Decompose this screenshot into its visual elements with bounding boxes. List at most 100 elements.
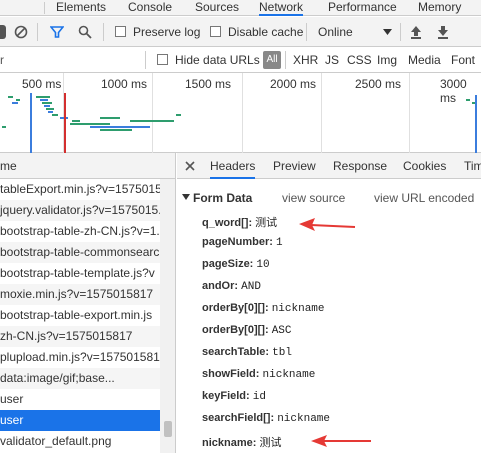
tab-memory[interactable]: Memory [418, 0, 461, 16]
detail-tab-bar: Headers Preview Response Cookies Tim [177, 153, 481, 179]
network-toolbar: Preserve log Disable cache Online [0, 17, 481, 47]
preserve-log-label: Preserve log [133, 25, 201, 39]
chevron-down-icon[interactable] [383, 29, 392, 35]
form-field-value: 10 [256, 259, 270, 271]
form-field-key: searchField[]: [202, 412, 275, 424]
filter-separator [285, 51, 286, 69]
filter-font[interactable]: Font [451, 53, 475, 67]
request-row[interactable]: plupload.min.js?v=157501581 [0, 347, 160, 368]
tab-console[interactable]: Console [128, 0, 172, 16]
collapse-triangle-icon[interactable] [182, 194, 190, 201]
form-field-key: pageNumber: [202, 236, 273, 248]
request-row[interactable]: bootstrap-table-template.js?v [0, 263, 160, 284]
request-row[interactable]: bootstrap-table-commonsearc [0, 242, 160, 263]
form-field-value: AND [241, 281, 261, 293]
name-column-header[interactable]: me [0, 153, 175, 179]
form-field-key: orderBy[0][]: [202, 302, 269, 314]
form-field-key: searchTable: [202, 346, 270, 358]
filter-js[interactable]: JS [325, 53, 339, 67]
waterfall-bar [130, 120, 174, 122]
request-row[interactable]: zh-CN.js?v=1575015817 [0, 326, 160, 347]
filter-media[interactable]: Media [408, 53, 441, 67]
form-field-key: nickname: [202, 437, 257, 449]
scrollbar-thumb[interactable] [164, 421, 172, 437]
waterfall-bar [100, 117, 120, 119]
request-list-scrollbar[interactable] [160, 179, 175, 453]
tab-preview[interactable]: Preview [273, 159, 316, 173]
waterfall-bar [8, 96, 13, 98]
form-field-value: ASC [271, 325, 292, 337]
form-field-value: id [252, 391, 266, 403]
request-row[interactable]: user [0, 410, 160, 431]
toolbar-separator [400, 23, 401, 41]
waterfall-bar [40, 99, 48, 101]
request-row[interactable]: data:image/gif;base... [0, 368, 160, 389]
tab-headers[interactable]: Headers [210, 159, 256, 179]
request-row[interactable]: moxie.min.js?v=1575015817 [0, 284, 160, 305]
preserve-log-checkbox[interactable] [115, 26, 126, 37]
waterfall-bar [176, 114, 181, 116]
tab-sources[interactable]: Sources [195, 0, 239, 16]
clear-icon[interactable] [14, 25, 28, 39]
hide-data-urls-label: Hide data URLs [175, 53, 260, 67]
tab-elements[interactable]: Elements [56, 0, 106, 16]
waterfall-bar [48, 111, 53, 113]
view-url-encoded-link[interactable]: view URL encoded [374, 191, 474, 205]
view-source-link[interactable]: view source [282, 191, 345, 205]
annotation-arrow [311, 435, 371, 447]
waterfall-bar [90, 126, 150, 128]
timeline-gridline [242, 73, 243, 153]
disable-cache-checkbox[interactable] [210, 26, 221, 37]
form-field-value: 1 [275, 237, 283, 249]
request-row[interactable]: tableExport.min.js?v=1575015 [0, 179, 160, 200]
request-row[interactable]: bootstrap-table-zh-CN.js?v=1. [0, 221, 160, 242]
request-row[interactable]: user [0, 389, 160, 410]
form-field-key: q_word[]: [202, 217, 253, 229]
request-row[interactable]: validator_default.png [0, 431, 160, 452]
form-field: orderBy[0][]: ASC [202, 324, 292, 337]
filter-img[interactable]: Img [377, 53, 397, 67]
tab-performance[interactable]: Performance [328, 0, 397, 16]
toolbar-separator [37, 23, 38, 41]
request-row[interactable]: jquery.validator.js?v=1575015. [0, 200, 160, 221]
form-field-value: nickname [271, 303, 325, 315]
tab-network[interactable]: Network [259, 0, 304, 16]
hide-data-urls-checkbox[interactable] [157, 54, 168, 65]
request-list: me tableExport.min.js?v=1575015 jquery.va… [0, 153, 176, 453]
form-field: orderBy[0][]: nickname [202, 302, 325, 315]
filter-xhr[interactable]: XHR [293, 53, 318, 67]
form-field: nickname: 测试 [202, 434, 281, 450]
timeline-gridline [152, 73, 153, 153]
waterfall-bar [46, 108, 54, 110]
import-har-icon[interactable] [410, 25, 422, 39]
export-har-icon[interactable] [437, 25, 449, 39]
timeline-gridline [321, 73, 322, 153]
timeline-tick-label: 1000 ms [101, 77, 148, 91]
request-row[interactable]: bootstrap-table-export.min.js [0, 305, 160, 326]
tab-timing[interactable]: Tim [464, 159, 481, 173]
form-field: q_word[]: 测试 [202, 214, 277, 230]
waterfall-bar [72, 120, 80, 122]
timeline-overview[interactable]: 500 ms 1000 ms 1500 ms 2000 ms 2500 ms 3… [0, 73, 481, 153]
filter-css[interactable]: CSS [347, 53, 372, 67]
waterfall-bar [16, 99, 20, 101]
domcontentloaded-marker [30, 93, 32, 153]
filter-all-button[interactable]: All [263, 51, 281, 69]
form-field-value: nickname [262, 369, 316, 381]
tab-cookies[interactable]: Cookies [403, 159, 446, 173]
throttle-select[interactable]: Online [318, 25, 353, 39]
request-detail-panel: Headers Preview Response Cookies Tim For… [177, 153, 481, 453]
load-marker [64, 93, 66, 153]
form-field-value: 测试 [259, 438, 282, 450]
filter-row: r Hide data URLs All XHR JS CSS Img Medi… [0, 47, 481, 73]
filter-input[interactable]: r [0, 53, 4, 67]
toolbar-separator [103, 23, 104, 41]
filter-icon[interactable] [50, 25, 64, 39]
form-field: andOr: AND [202, 280, 261, 293]
close-icon[interactable] [185, 161, 195, 171]
tab-response[interactable]: Response [333, 159, 387, 173]
form-data-title[interactable]: Form Data [193, 191, 252, 205]
search-icon[interactable] [78, 25, 92, 39]
annotation-arrow [299, 218, 356, 231]
record-button[interactable] [0, 25, 6, 39]
